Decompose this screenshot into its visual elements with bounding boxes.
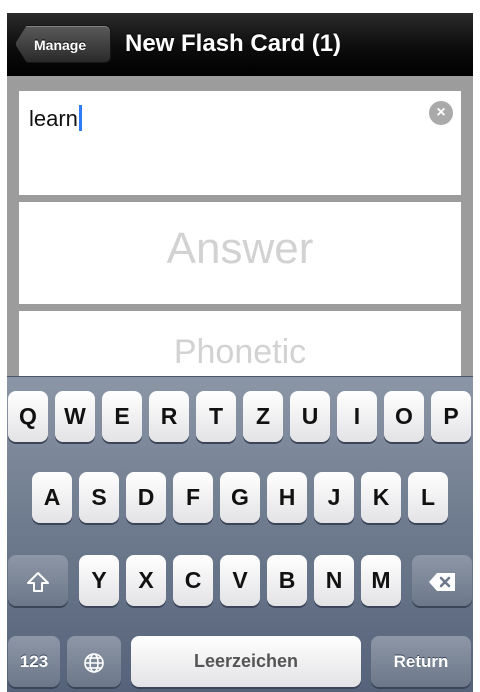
clear-icon[interactable]: × — [429, 101, 453, 125]
key-p[interactable]: P — [431, 391, 471, 442]
shift-arrow-icon — [27, 571, 49, 592]
phonetic-field[interactable]: Phonetic — [19, 311, 461, 381]
key-v[interactable]: V — [220, 555, 260, 606]
key-q[interactable]: Q — [8, 391, 48, 442]
page-title: New Flash Card (1) — [125, 30, 342, 57]
key-m[interactable]: M — [361, 555, 401, 606]
app-screen: Manage New Flash Card (1) learn × Answer… — [7, 13, 473, 692]
key-k[interactable]: K — [361, 472, 401, 523]
key-j[interactable]: J — [314, 472, 354, 523]
navigation-bar: Manage New Flash Card (1) — [7, 13, 473, 76]
question-field[interactable]: learn × — [19, 91, 461, 195]
key-i[interactable]: I — [337, 391, 377, 442]
space-key[interactable]: Leerzeichen — [131, 636, 361, 687]
key-n[interactable]: N — [314, 555, 354, 606]
key-g[interactable]: G — [220, 472, 260, 523]
key-y[interactable]: Y — [79, 555, 119, 606]
key-w[interactable]: W — [55, 391, 95, 442]
manage-back-button[interactable]: Manage — [15, 25, 111, 63]
answer-placeholder: Answer — [166, 224, 314, 273]
key-s[interactable]: S — [79, 472, 119, 523]
delete-key[interactable] — [412, 555, 472, 606]
globe-key[interactable] — [67, 636, 121, 687]
key-b[interactable]: B — [267, 555, 307, 606]
delete-backspace-icon — [429, 572, 455, 591]
numbers-key[interactable]: 123 — [8, 636, 60, 687]
key-o[interactable]: O — [384, 391, 424, 442]
key-z[interactable]: Z — [243, 391, 283, 442]
question-text: learn — [29, 106, 78, 131]
answer-field[interactable]: Answer — [19, 202, 461, 304]
keyboard: Q W E R T Z U I O P A S D F G H J K L Y … — [7, 376, 473, 692]
key-f[interactable]: F — [173, 472, 213, 523]
text-cursor — [78, 105, 82, 131]
key-d[interactable]: D — [126, 472, 166, 523]
key-r[interactable]: R — [149, 391, 189, 442]
question-input[interactable]: learn — [29, 105, 82, 132]
phonetic-placeholder: Phonetic — [173, 333, 307, 371]
key-x[interactable]: X — [126, 555, 166, 606]
shift-key[interactable] — [8, 555, 68, 606]
key-l[interactable]: L — [408, 472, 448, 523]
key-a[interactable]: A — [32, 472, 72, 523]
key-e[interactable]: E — [102, 391, 142, 442]
key-c[interactable]: C — [173, 555, 213, 606]
globe-icon — [84, 652, 104, 673]
key-t[interactable]: T — [196, 391, 236, 442]
key-h[interactable]: H — [267, 472, 307, 523]
return-key[interactable]: Return — [371, 636, 471, 687]
key-u[interactable]: U — [290, 391, 330, 442]
